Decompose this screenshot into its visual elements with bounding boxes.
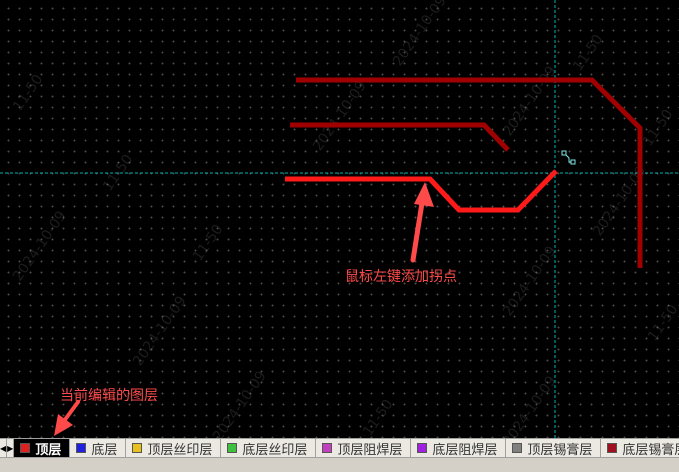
layer-tab-label: 顶层阻焊层 bbox=[337, 441, 403, 457]
click-hint-annotation: 鼠标左键添加拐点 bbox=[345, 269, 457, 285]
layer-tab-label: 顶层锡膏层 bbox=[527, 441, 593, 457]
trace-existing-long[interactable] bbox=[296, 77, 643, 268]
layer-color-swatch bbox=[607, 443, 618, 453]
triangle-right-icon: ▶ bbox=[7, 443, 14, 453]
layer-color-swatch bbox=[417, 443, 428, 453]
scroll-right-button[interactable]: ▶ bbox=[7, 439, 15, 457]
scroll-left-button[interactable]: ◀ bbox=[0, 439, 8, 457]
layer-bar: ◀ ▶ 顶层 底层 顶层丝印层 底层丝印层 顶层阻焊层 底层阻焊层 顶层锡膏层 … bbox=[0, 438, 679, 472]
routing-cursor-icon bbox=[561, 150, 576, 165]
trace-existing-short[interactable] bbox=[290, 122, 510, 152]
triangle-left-icon: ◀ bbox=[0, 443, 7, 453]
layer-tab-bottom-paste[interactable]: 底层锡膏层 bbox=[601, 439, 679, 457]
layer-color-swatch bbox=[227, 443, 238, 453]
layer-tab-label: 底层锡膏层 bbox=[622, 441, 679, 457]
layer-tab-strip: ◀ ▶ 顶层 底层 顶层丝印层 底层丝印层 顶层阻焊层 底层阻焊层 顶层锡膏层 … bbox=[0, 438, 679, 458]
layer-tab-bottom-soldermask[interactable]: 底层阻焊层 bbox=[411, 439, 507, 457]
layer-tab-bottom[interactable]: 底层 bbox=[70, 439, 127, 457]
pcb-canvas[interactable]: 11-50 2024-10-09 11-50 2024-10-09 11-50 … bbox=[0, 0, 679, 438]
layer-color-swatch bbox=[322, 443, 333, 453]
layer-tab-top[interactable]: 顶层 bbox=[14, 439, 71, 457]
current-layer-annotation: 当前编辑的图层 bbox=[60, 388, 158, 404]
layer-tab-bottom-silkscreen[interactable]: 底层丝印层 bbox=[221, 439, 317, 457]
pcb-drawing bbox=[0, 0, 679, 438]
layer-color-swatch bbox=[76, 443, 87, 453]
layer-tab-top-soldermask[interactable]: 顶层阻焊层 bbox=[316, 439, 412, 457]
layer-tab-top-paste[interactable]: 顶层锡膏层 bbox=[506, 439, 602, 457]
layer-tab-label: 顶层 bbox=[35, 441, 62, 457]
layer-color-swatch bbox=[20, 443, 31, 453]
layer-tab-label: 底层阻焊层 bbox=[432, 441, 498, 457]
layer-color-swatch bbox=[512, 443, 523, 453]
layer-tab-label: 底层丝印层 bbox=[242, 441, 308, 457]
arrow-icon bbox=[54, 400, 80, 436]
layer-tab-label: 顶层丝印层 bbox=[147, 441, 213, 457]
layer-tab-top-silkscreen[interactable]: 顶层丝印层 bbox=[126, 439, 222, 457]
layer-tab-label: 底层 bbox=[91, 441, 118, 457]
arrow-icon bbox=[410, 182, 434, 263]
layer-color-swatch bbox=[132, 443, 143, 453]
